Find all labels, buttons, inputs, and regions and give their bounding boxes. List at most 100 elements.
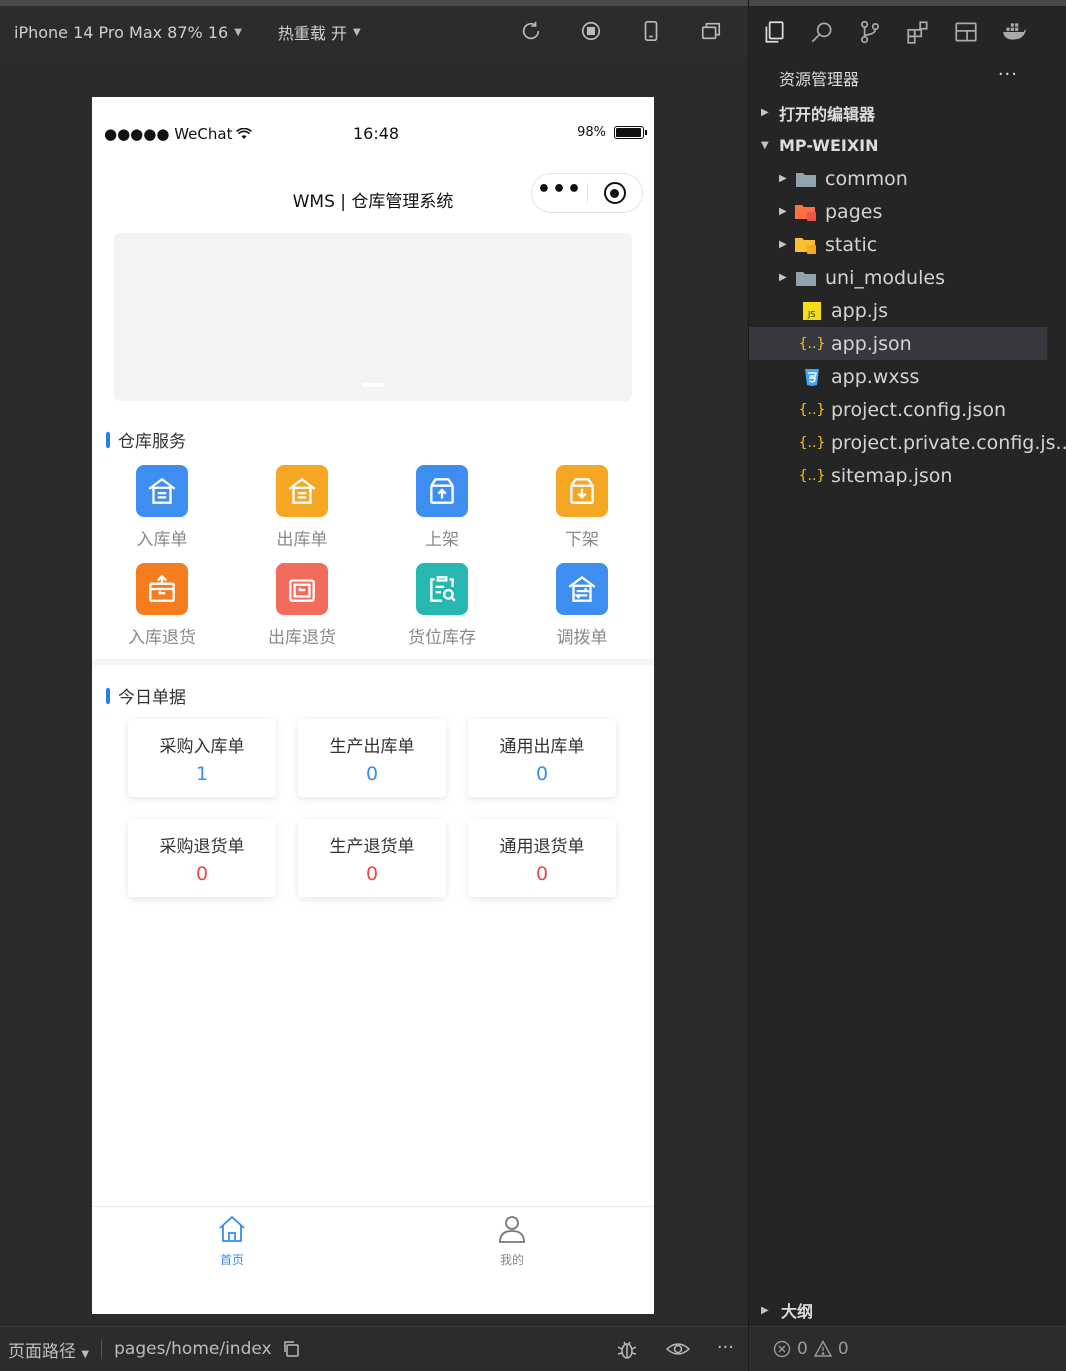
tree-item-app-js[interactable]: JS app.js: [749, 294, 1047, 327]
chevron-right-icon: ▶: [779, 272, 787, 283]
folder-static-icon: [795, 235, 817, 255]
json-file-icon: {..}: [798, 335, 826, 352]
tree-item-static[interactable]: ▶ static: [749, 228, 1047, 261]
extensions-icon[interactable]: [905, 19, 931, 45]
service-item-transfer[interactable]: 调拨单: [512, 563, 652, 648]
file-name: app.json: [831, 332, 912, 355]
card-title: 生产退货单: [329, 837, 415, 857]
target-icon: [603, 182, 626, 204]
carrier-label: ●●●●● WeChat: [104, 125, 233, 143]
tree-item-project-private-config[interactable]: {..} project.private.config.js...: [749, 426, 1066, 459]
tree-item-uni-modules[interactable]: ▶ uni_modules: [749, 261, 1047, 294]
section-divider: [92, 659, 654, 665]
doc-card-general-outbound[interactable]: 通用出库单 0: [468, 719, 616, 797]
banner-swiper[interactable]: [114, 233, 632, 401]
open-editors-section[interactable]: ▶ 打开的编辑器: [749, 96, 1047, 129]
tree-item-sitemap[interactable]: {..} sitemap.json: [749, 459, 1047, 492]
card-count: 0: [535, 763, 549, 785]
outline-section[interactable]: ▶ 大纲: [749, 1294, 1047, 1326]
device-selector[interactable]: iPhone 14 Pro Max 87% 16 ▼: [14, 23, 242, 42]
card-count: 1: [195, 763, 209, 785]
simulator-status-bar: 页面路径 ▼ pages/home/index ···: [0, 1326, 748, 1371]
service-label: 上架: [425, 530, 459, 550]
card-count: 0: [365, 863, 379, 885]
phone-screen: ●●●●● WeChat 16:48 98% WMS | 仓库管理系统 ••• …: [92, 97, 654, 1314]
card-title: 采购入库单: [159, 737, 245, 757]
tab-mine[interactable]: 我的: [462, 1213, 562, 1268]
warning-icon: [813, 1340, 832, 1357]
doc-card-purchase-return[interactable]: 采购退货单 0: [128, 819, 276, 897]
service-label: 下架: [565, 530, 599, 550]
hot-reload-selector[interactable]: 热重载 开 ▼: [278, 20, 361, 44]
service-label: 调拨单: [556, 628, 608, 648]
device-label: iPhone 14 Pro Max 87% 16: [14, 22, 229, 42]
service-label: 出库单: [276, 530, 328, 550]
service-label: 货位库存: [408, 628, 476, 648]
doc-card-production-return[interactable]: 生产退货单 0: [298, 819, 446, 897]
warning-count: 0: [837, 1339, 849, 1359]
service-item-outbound[interactable]: 出库单: [232, 465, 372, 550]
more-icon[interactable]: •••: [532, 179, 587, 201]
json-file-icon: {..}: [798, 467, 826, 484]
windows-icon[interactable]: [700, 20, 722, 42]
service-item-outbound-return[interactable]: 出库退货: [232, 563, 372, 648]
file-name: common: [825, 167, 908, 190]
battery-percent: 98%: [577, 125, 606, 140]
bug-icon[interactable]: [615, 1337, 639, 1361]
search-icon[interactable]: [809, 19, 835, 45]
card-title: 采购退货单: [159, 837, 245, 857]
doc-card-production-outbound[interactable]: 生产出库单 0: [298, 719, 446, 797]
layout-icon[interactable]: [953, 19, 979, 45]
simulator-toolbar: iPhone 14 Pro Max 87% 16 ▼ 热重载 开 ▼: [0, 0, 748, 58]
tree-item-pages[interactable]: ▶ pages: [749, 195, 1047, 228]
files-icon[interactable]: [761, 19, 787, 45]
file-name: static: [825, 233, 878, 256]
file-name: app.wxss: [831, 365, 920, 388]
tree-item-project-config[interactable]: {..} project.config.json: [749, 393, 1047, 426]
docker-icon[interactable]: [1001, 19, 1027, 45]
more-icon[interactable]: ···: [998, 64, 1018, 85]
doc-card-purchase-inbound[interactable]: 采购入库单 1: [128, 719, 276, 797]
shelve-up-icon: [416, 465, 468, 517]
tab-bar: 首页 我的: [92, 1206, 654, 1314]
file-name: uni_modules: [825, 266, 945, 289]
status-time: 16:48: [353, 124, 400, 143]
project-section[interactable]: ▼ MP-WEIXIN: [749, 129, 1047, 162]
service-item-inbound-return[interactable]: 入库退货: [92, 563, 232, 648]
doc-card-general-return[interactable]: 通用退货单 0: [468, 819, 616, 897]
transfer-icon: [556, 563, 608, 615]
eye-icon[interactable]: [665, 1337, 691, 1361]
stop-icon[interactable]: [580, 20, 602, 42]
card-count: 0: [535, 863, 549, 885]
card-title: 通用出库单: [499, 737, 585, 757]
service-item-inbound[interactable]: 入库单: [92, 465, 232, 550]
section-label: 大纲: [781, 1302, 814, 1321]
js-file-icon: JS: [801, 301, 823, 321]
service-item-shelve-up[interactable]: 上架: [372, 465, 512, 550]
close-miniprogram-button[interactable]: [588, 182, 642, 204]
service-item-location-stock[interactable]: 货位库存: [372, 563, 512, 648]
shelve-down-icon: [556, 465, 608, 517]
problems-status[interactable]: 0 0: [749, 1326, 1066, 1371]
chevron-right-icon: ▶: [779, 206, 787, 217]
css-file-icon: [801, 367, 823, 387]
tree-item-common[interactable]: ▶ common: [749, 162, 1047, 195]
inbound-return-icon: [136, 563, 188, 615]
folder-icon: [795, 268, 817, 288]
tree-item-app-json[interactable]: {..} app.json: [749, 327, 1047, 360]
service-label: 入库单: [136, 530, 188, 550]
card-count: 0: [195, 863, 209, 885]
tab-home[interactable]: 首页: [182, 1213, 282, 1268]
phone-icon[interactable]: [640, 20, 662, 42]
page-path-selector[interactable]: 页面路径 ▼: [8, 1337, 89, 1362]
source-control-icon[interactable]: [857, 19, 883, 45]
more-icon[interactable]: ···: [717, 1337, 734, 1361]
file-tree: ▶ 打开的编辑器 ▼ MP-WEIXIN ▶ common ▶ pages ▶ …: [749, 96, 1066, 492]
tree-item-app-wxss[interactable]: app.wxss: [749, 360, 1047, 393]
explorer-panel: 资源管理器 ··· ▶ 打开的编辑器 ▼ MP-WEIXIN ▶ common …: [748, 0, 1066, 1371]
card-count: 0: [365, 763, 379, 785]
refresh-icon[interactable]: [520, 20, 542, 42]
copy-icon[interactable]: [282, 1340, 300, 1358]
service-item-shelve-down[interactable]: 下架: [512, 465, 652, 550]
file-name: app.js: [831, 299, 888, 322]
